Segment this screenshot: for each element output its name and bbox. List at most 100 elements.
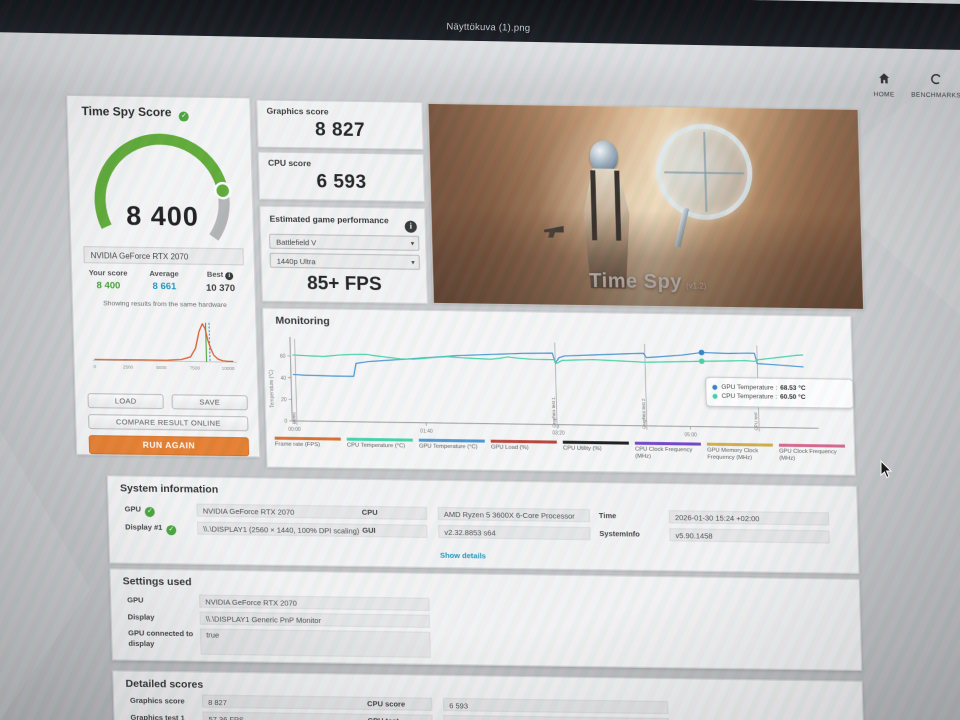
detailed-scores-title: Detailed scores (125, 677, 204, 691)
estimated-title: Estimated game performance (269, 213, 389, 226)
svg-text:03:20: 03:20 (552, 431, 565, 437)
legend-item-gpu-load-[interactable]: GPU Load (%) (490, 439, 558, 459)
legend-label: GPU Load (%) (490, 444, 529, 452)
figure-helmet-art (589, 140, 619, 173)
tooltip-value: 60.50 °C (780, 393, 806, 402)
monitoring-title: Monitoring (275, 314, 330, 328)
svg-text:CPU test: CPU test (753, 412, 759, 431)
run-again-button[interactable]: RUN AGAIN (88, 435, 250, 457)
legend-swatch (634, 441, 701, 446)
gpu-name-box: NVIDIA GeForce RTX 2070 (83, 246, 244, 266)
nav-home[interactable]: HOME (857, 71, 910, 99)
nav-benchmarks[interactable]: BENCHMARKS (909, 72, 960, 100)
display-label: Display (127, 612, 155, 622)
estimated-performance-card: Estimated game performance i Battlefield… (259, 205, 428, 304)
svg-text:Temperature (°C): Temperature (°C) (269, 369, 276, 408)
svg-text:20: 20 (281, 397, 287, 403)
settings-used-card: Settings used GPU NVIDIA GeForce RTX 207… (109, 568, 863, 671)
game-select[interactable]: Battlefield V ▾ (269, 233, 420, 251)
monitoring-card: Monitoring 0 20 40 60 Temperature (°C) 00:00 0… (262, 307, 856, 476)
legend-item-cpu-temperature-c-[interactable]: CPU Temperature (°C) (346, 437, 414, 457)
settings-used-title: Settings used (122, 575, 192, 589)
estimated-fps-value: 85+ FPS (306, 273, 382, 296)
total-score-value: 8 400 (125, 200, 200, 232)
check-icon: ✓ (144, 506, 156, 518)
compare-result-online-button[interactable]: COMPARE RESULT ONLINE (88, 414, 249, 432)
banner-title: Time Spy (v1.2) (433, 268, 863, 297)
tooltip-row: GPU Temperature : 68.53 °C (712, 384, 846, 393)
graphics-score-label: Graphics score (266, 105, 329, 117)
gpu-label: GPU (127, 595, 144, 605)
tooltip-label: CPU Temperature : (721, 392, 778, 401)
your-score-value: 8 400 (96, 280, 121, 292)
best-score-block: Best i 10 370 (190, 270, 251, 295)
gpu-temp-dot (712, 384, 718, 390)
time-label: Time (598, 511, 617, 521)
legend-item-gpu-memory-clock-frequency-mhz-[interactable]: GPU Memory Clock Frequency (MHz) (706, 442, 774, 462)
svg-text:Graphics test 2: Graphics test 2 (641, 398, 647, 429)
cpu-score-label: CPU score (367, 698, 406, 709)
legend-label: GPU Temperature (°C) (418, 443, 478, 451)
system-information-title: System information (119, 482, 219, 496)
score-gauge: 8 400 (80, 122, 243, 244)
svg-text:60: 60 (280, 354, 286, 360)
cpu-score-value: 6 593 (442, 697, 669, 715)
legend-label: CPU Temperature (°C) (346, 442, 406, 450)
figure-strap-art (614, 170, 622, 241)
time-value: 2026-01-30 15:24 +02:00 (668, 510, 830, 526)
cpu-score-card: CPU score 6 593 (257, 151, 426, 202)
legend-item-cpu-clock-frequency-mhz-[interactable]: CPU Clock Frequency (MHz) (634, 441, 702, 461)
svg-text:40: 40 (280, 376, 286, 382)
gpu-connected-label: GPU connected to display (128, 628, 194, 648)
svg-text:00:00: 00:00 (288, 427, 301, 433)
time-spy-score-card: Time Spy Score ✓ 8 400 NVIDIA GeForce RT… (66, 94, 261, 458)
svg-text:Graphics test 1: Graphics test 1 (551, 397, 557, 428)
magnifying-glass-handle-art (674, 207, 690, 248)
cpu-temp-dot (712, 393, 718, 399)
chart-tooltip: GPU Temperature : 68.53 °C CPU Temperatu… (705, 376, 854, 409)
banner-title-text: Time Spy (589, 270, 683, 294)
benchmarks-icon (930, 73, 941, 85)
cpu-test-label: CPU test (367, 716, 399, 720)
gauge-knob (213, 181, 232, 200)
nav-home-label: HOME (873, 91, 895, 99)
graphics-score-card: Graphics score 8 827 (256, 99, 424, 150)
info-icon[interactable]: i (225, 272, 234, 281)
cpu-test-value: 22.15 FPS (443, 714, 669, 720)
gpu-value: NVIDIA GeForce RTX 2070 (196, 503, 428, 520)
legend-item-cpu-utility-[interactable]: CPU Utility (%) (562, 440, 630, 460)
figure-gun-art (544, 226, 564, 238)
gui-label: GUI (362, 525, 376, 536)
your-score-block: Your score 8 400 (78, 268, 139, 292)
legend-swatch (346, 437, 413, 442)
preset-select[interactable]: 1440p Ultra ▾ (269, 252, 421, 270)
tooltip-label: GPU Temperature : (721, 383, 778, 392)
data-point-dot (698, 349, 705, 356)
data-point-dot (698, 358, 705, 364)
show-details-link[interactable]: Show details (440, 551, 486, 561)
average-label: Average (149, 269, 179, 279)
legend-item-gpu-temperature-c-[interactable]: GPU Temperature (°C) (418, 438, 486, 458)
display-value: \\.\DISPLAY1 Generic PnP Monitor (199, 611, 431, 628)
system-information-card: System information GPU ✓ NVIDIA GeForce R… (106, 475, 860, 574)
chevron-down-icon: ▾ (410, 240, 415, 248)
svg-text:7500: 7500 (190, 366, 201, 371)
gpu-value: NVIDIA GeForce RTX 2070 (199, 594, 430, 611)
display-value: \\.\DISPLAY1 (2560 × 1440, 100% DPI scal… (197, 521, 428, 538)
load-button[interactable]: LOAD (87, 393, 164, 410)
nav-benchmarks-label: BENCHMARKS (911, 91, 960, 100)
average-value: 8 661 (152, 281, 177, 293)
legend-label: Frame rate (FPS) (274, 441, 321, 449)
systeminfo-value: v5.90.1458 (669, 528, 830, 544)
legend-item-frame-rate-fps-[interactable]: Frame rate (FPS) (274, 436, 342, 456)
your-score-label: Your score (88, 268, 128, 278)
legend-item-gpu-clock-frequency-mhz-[interactable]: GPU Clock Frequency (MHz) (778, 443, 846, 463)
info-icon[interactable]: i (404, 216, 418, 234)
chevron-down-icon: ▾ (411, 259, 415, 267)
best-label: Best i (190, 270, 250, 281)
save-button[interactable]: SAVE (171, 394, 248, 411)
figure-body-art (582, 168, 631, 289)
svg-text:0: 0 (93, 364, 96, 369)
legend-label: CPU Utility (%) (562, 445, 602, 453)
same-hardware-note: Showing results from the same hardware (103, 300, 227, 310)
